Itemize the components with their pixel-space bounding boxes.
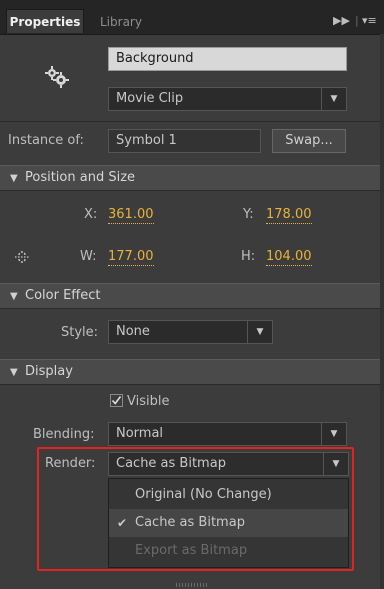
chevron-down-icon: ▼ <box>321 88 346 110</box>
tab-properties[interactable]: Properties <box>6 9 84 33</box>
tab-library[interactable]: Library <box>92 10 150 34</box>
collapse-panel-icon[interactable]: ▶▶ <box>333 14 350 27</box>
panel-menu-icon[interactable]: ▾≡ <box>362 14 377 27</box>
section-display[interactable]: ▼ Display <box>0 359 384 385</box>
style-label: Style: <box>61 325 99 340</box>
x-label: X: <box>84 207 98 222</box>
blending-value: Normal <box>116 426 164 441</box>
h-label: H: <box>241 249 256 264</box>
properties-panel: Properties Library ▶▶ | ▾≡ Background Mo… <box>0 0 384 589</box>
visible-checkbox[interactable] <box>110 394 123 407</box>
y-label: Y: <box>243 207 254 222</box>
chevron-down-icon: ▼ <box>321 423 346 445</box>
lock-aspect-ratio-icon[interactable] <box>14 249 30 265</box>
section-title: Display <box>25 364 73 379</box>
collapse-triangle-icon: ▼ <box>10 173 18 184</box>
instance-name-field[interactable]: Background <box>108 47 347 71</box>
divider-icon: | <box>355 14 359 27</box>
style-dropdown[interactable]: None ▼ <box>108 320 273 344</box>
swap-button[interactable]: Swap... <box>272 129 346 153</box>
collapse-triangle-icon: ▼ <box>10 367 18 378</box>
section-title: Position and Size <box>25 170 136 185</box>
w-value[interactable]: 177.00 <box>108 249 154 266</box>
section-title: Color Effect <box>25 288 101 303</box>
scrollbar[interactable] <box>380 34 384 589</box>
highlight-annotation-box <box>37 447 354 571</box>
blending-dropdown[interactable]: Normal ▼ <box>108 422 347 446</box>
x-value[interactable]: 361.00 <box>108 207 154 224</box>
symbol-type-dropdown[interactable]: Movie Clip ▼ <box>108 87 347 111</box>
divider <box>0 121 384 122</box>
chevron-down-icon: ▼ <box>247 321 272 343</box>
section-position-and-size[interactable]: ▼ Position and Size <box>0 165 384 191</box>
style-value: None <box>116 324 150 339</box>
section-color-effect[interactable]: ▼ Color Effect <box>0 283 384 309</box>
w-label: W: <box>80 249 97 264</box>
tab-bar: Properties Library ▶▶ | ▾≡ <box>0 0 384 35</box>
instance-of-label: Instance of: <box>8 133 84 148</box>
symbol-type-value: Movie Clip <box>116 91 184 106</box>
visible-label: Visible <box>127 394 170 409</box>
collapse-triangle-icon: ▼ <box>10 291 18 302</box>
y-value[interactable]: 178.00 <box>266 207 312 224</box>
instance-of-field: Symbol 1 <box>108 129 261 153</box>
resize-grip[interactable] <box>176 583 208 587</box>
blending-label: Blending: <box>33 427 95 442</box>
instance-of-value: Symbol 1 <box>116 133 177 148</box>
movie-clip-symbol-icon <box>45 66 69 88</box>
h-value[interactable]: 104.00 <box>266 249 312 266</box>
